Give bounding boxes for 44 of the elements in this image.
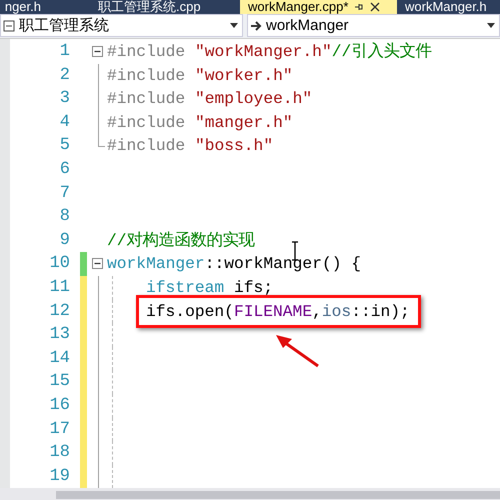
code-line: #include "worker.h" bbox=[107, 64, 293, 87]
caret-icon bbox=[487, 23, 495, 28]
line-number: 9 bbox=[58, 230, 71, 252]
line-number: 5 bbox=[58, 135, 71, 158]
line-number: 3 bbox=[58, 88, 71, 110]
project-dropdown[interactable]: 职工管理系统 bbox=[0, 14, 243, 37]
file-tab[interactable]: 职工管理系统.cpp bbox=[90, 0, 240, 14]
horizontal-scrollbar[interactable] bbox=[0, 488, 500, 500]
file-tab[interactable]: workManger.cpp* bbox=[240, 0, 397, 14]
line-number: 6 bbox=[58, 158, 71, 181]
line-number: 13 bbox=[48, 324, 71, 346]
line-number: 1 bbox=[58, 41, 71, 63]
line-number: 4 bbox=[58, 112, 71, 134]
line-number: 2 bbox=[58, 64, 71, 87]
line-number: 11 bbox=[48, 276, 71, 299]
code-line: #include "workManger.h"//引入头文件 bbox=[107, 41, 432, 63]
project-icon bbox=[3, 20, 15, 32]
collapse-icon[interactable] bbox=[92, 46, 102, 57]
line-number: 15 bbox=[48, 371, 71, 394]
pin-icon[interactable] bbox=[354, 2, 364, 12]
code-line: #include "manger.h" bbox=[107, 112, 293, 134]
line-number: 16 bbox=[48, 394, 71, 417]
code-line: #include "employee.h" bbox=[107, 88, 312, 110]
arrow-icon bbox=[250, 20, 262, 32]
file-tab[interactable]: nger.h bbox=[0, 0, 45, 14]
line-number: 17 bbox=[48, 418, 71, 440]
caret-icon bbox=[230, 23, 238, 28]
line-number: 19 bbox=[48, 466, 71, 488]
code-line: #include "boss.h" bbox=[107, 135, 274, 158]
scope-dropdown[interactable]: workManger bbox=[247, 14, 500, 37]
line-number: 18 bbox=[48, 442, 71, 464]
file-tab[interactable]: workManger.h bbox=[397, 0, 495, 14]
close-icon[interactable] bbox=[370, 2, 380, 12]
code-line: ifstream ifs; bbox=[146, 276, 274, 299]
line-number: 14 bbox=[48, 348, 71, 370]
line-number: 8 bbox=[58, 206, 71, 228]
collapse-icon[interactable] bbox=[92, 258, 102, 270]
code-line: workManger::workManger() { bbox=[107, 253, 362, 276]
scrollbar-thumb[interactable] bbox=[56, 491, 500, 499]
code-line: //对构造函数的实现 bbox=[107, 230, 255, 252]
line-number: 10 bbox=[48, 253, 71, 276]
code-line: ifs.open(FILENAME,ios::in); bbox=[146, 302, 410, 321]
line-number: 12 bbox=[48, 300, 71, 323]
line-number: 7 bbox=[58, 182, 71, 205]
